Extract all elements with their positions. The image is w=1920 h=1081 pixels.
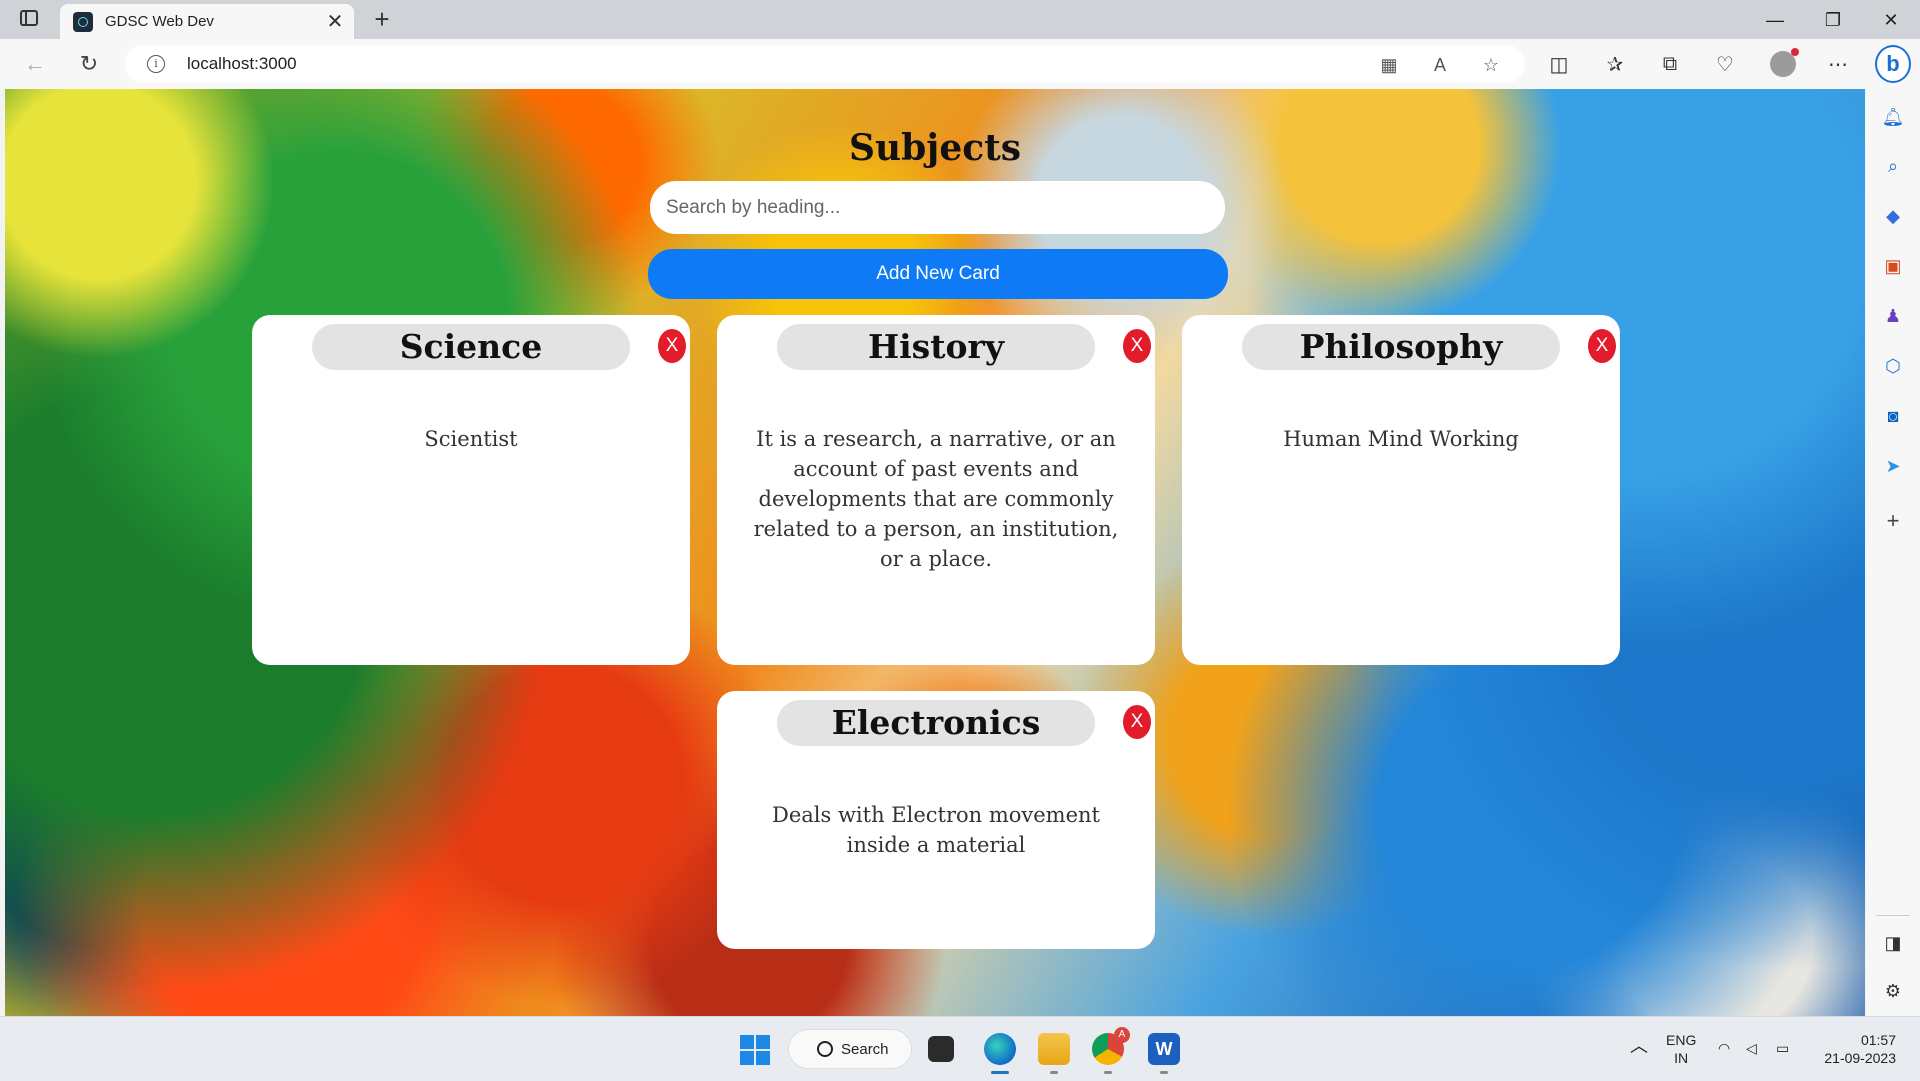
tab-title: GDSC Web Dev bbox=[105, 13, 214, 30]
split-screen-icon[interactable]: ◫ bbox=[1544, 49, 1574, 79]
add-icon[interactable]: + bbox=[1879, 507, 1907, 535]
address-bar[interactable]: i localhost:3000 ▦ A ☆ bbox=[125, 45, 1525, 83]
page-heading: Subjects bbox=[848, 127, 1022, 169]
profile-avatar[interactable] bbox=[1770, 48, 1799, 77]
browser-essentials-icon[interactable]: ♡ bbox=[1710, 49, 1740, 79]
tab-actions-icon[interactable] bbox=[20, 10, 38, 26]
card-title: Philosophy bbox=[1242, 324, 1560, 370]
more-icon[interactable]: ⋯ bbox=[1823, 49, 1853, 79]
search-input[interactable] bbox=[650, 181, 1225, 234]
browser-toolbar: ← ↻ i localhost:3000 ▦ A ☆ ◫ ✰ ⧉ ♡ ⋯ b bbox=[0, 39, 1920, 89]
refresh-button[interactable]: ↻ bbox=[72, 47, 106, 81]
favorites-icon[interactable]: ✰ bbox=[1600, 49, 1630, 79]
language-indicator[interactable]: ENG IN bbox=[1666, 1031, 1696, 1067]
delete-card-button[interactable]: X bbox=[1588, 329, 1616, 363]
browser-tab[interactable]: GDSC Web Dev ✕ bbox=[60, 4, 354, 39]
bell-icon[interactable]: 🔔︎ bbox=[1879, 103, 1907, 131]
games-icon[interactable]: ♟ bbox=[1879, 302, 1907, 330]
delete-card-button[interactable]: X bbox=[1123, 705, 1151, 739]
language-code: ENG bbox=[1666, 1032, 1697, 1048]
edge-sidebar: 🔔︎ ⌕ ◆ ▣ ♟ ⬡ ◙ ➤ + ◨ ⚙ bbox=[1866, 89, 1920, 1016]
collections-icon[interactable]: ⧉ bbox=[1655, 49, 1685, 79]
card-description: Scientist bbox=[424, 427, 518, 451]
send-icon[interactable]: ➤ bbox=[1879, 452, 1907, 480]
toolbox-icon[interactable]: ▣ bbox=[1879, 252, 1907, 280]
tab-strip: GDSC Web Dev ✕ + — ❐ ✕ bbox=[0, 0, 1920, 39]
site-info-icon[interactable]: i bbox=[147, 55, 165, 73]
sidebar-panel-icon[interactable]: ◨ bbox=[1879, 929, 1907, 957]
clock-date: 21-09-2023 bbox=[1824, 1050, 1896, 1066]
card-description: Deals with Electron movement inside a ma… bbox=[772, 803, 1100, 857]
word-icon[interactable]: W bbox=[1148, 1033, 1180, 1065]
page-viewport: Subjects Add New Card Science X Scientis… bbox=[5, 89, 1865, 1016]
chrome-profile-badge: A bbox=[1114, 1027, 1130, 1043]
chrome-icon[interactable]: A bbox=[1092, 1027, 1130, 1065]
folder-running-indicator bbox=[1050, 1071, 1058, 1074]
card-title: Science bbox=[312, 324, 630, 370]
card-title: Electronics bbox=[777, 700, 1095, 746]
tag-icon[interactable]: ◆ bbox=[1879, 202, 1907, 230]
card-description: Human Mind Working bbox=[1283, 427, 1519, 451]
react-favicon-icon bbox=[73, 11, 93, 32]
tab-close-icon[interactable]: ✕ bbox=[322, 9, 348, 35]
card-description: It is a research, a narrative, or an acc… bbox=[753, 427, 1119, 571]
bing-copilot-icon[interactable]: b bbox=[1875, 45, 1911, 83]
subject-card: History X It is a research, a narrative,… bbox=[717, 315, 1155, 665]
chrome-running-indicator bbox=[1104, 1071, 1112, 1074]
search-icon bbox=[817, 1041, 833, 1057]
card-title: History bbox=[777, 324, 1095, 370]
url-text: localhost:3000 bbox=[187, 54, 297, 73]
folder-icon[interactable] bbox=[1038, 1033, 1070, 1065]
subject-card: Science X Scientist bbox=[252, 315, 690, 665]
restore-button[interactable]: ❐ bbox=[1810, 4, 1856, 36]
new-tab-button[interactable]: + bbox=[368, 6, 396, 34]
read-aloud-icon[interactable]: A bbox=[1428, 53, 1452, 77]
battery-icon[interactable]: ▭ bbox=[1776, 1039, 1789, 1057]
show-hidden-icons-chevron-icon[interactable]: ︿ bbox=[1630, 1037, 1648, 1055]
taskbar-search[interactable]: Search bbox=[788, 1029, 912, 1069]
apps-icon[interactable]: ▦ bbox=[1377, 53, 1401, 77]
clock[interactable]: 01:57 21-09-2023 bbox=[1816, 1031, 1896, 1067]
sidebar-divider bbox=[1876, 915, 1910, 916]
volume-icon[interactable]: ◁ bbox=[1746, 1039, 1757, 1057]
wifi-icon[interactable]: ◠ bbox=[1718, 1039, 1730, 1057]
minimize-button[interactable]: — bbox=[1752, 4, 1798, 36]
windows-start-icon[interactable] bbox=[740, 1035, 770, 1065]
file-explorer-icon[interactable] bbox=[928, 1036, 954, 1062]
add-new-card-button[interactable]: Add New Card bbox=[648, 249, 1228, 299]
delete-card-button[interactable]: X bbox=[658, 329, 686, 363]
outlook-icon[interactable]: ◙ bbox=[1879, 402, 1907, 430]
windows-taskbar: Search A W ︿ ENG IN ◠ ◁ ▭ 01:57 21-09-20… bbox=[0, 1016, 1920, 1081]
delete-card-button[interactable]: X bbox=[1123, 329, 1151, 363]
word-running-indicator bbox=[1160, 1071, 1168, 1074]
close-window-button[interactable]: ✕ bbox=[1868, 4, 1914, 36]
back-button[interactable]: ← bbox=[18, 47, 52, 81]
office-icon[interactable]: ⬡ bbox=[1879, 352, 1907, 380]
search-icon[interactable]: ⌕ bbox=[1879, 152, 1907, 180]
favorite-star-icon[interactable]: ☆ bbox=[1479, 53, 1503, 77]
subject-card: Philosophy X Human Mind Working bbox=[1182, 315, 1620, 665]
subject-card: Electronics X Deals with Electron moveme… bbox=[717, 691, 1155, 949]
edge-running-indicator bbox=[991, 1071, 1009, 1074]
region-code: IN bbox=[1674, 1050, 1689, 1066]
clock-time: 01:57 bbox=[1860, 1032, 1896, 1048]
taskbar-search-label: Search bbox=[841, 1040, 889, 1058]
edge-icon[interactable] bbox=[984, 1033, 1016, 1065]
settings-icon[interactable]: ⚙ bbox=[1879, 977, 1907, 1005]
